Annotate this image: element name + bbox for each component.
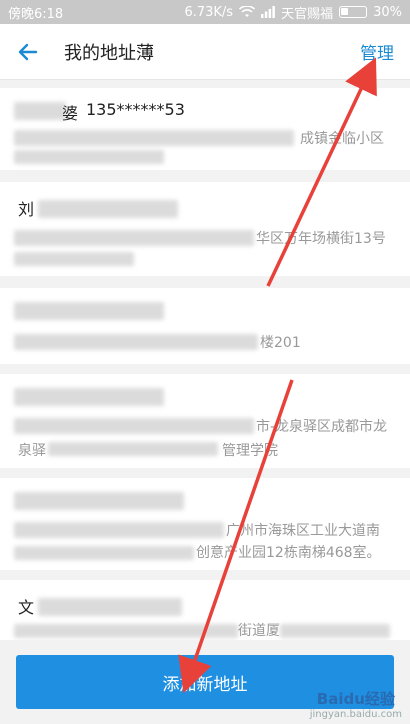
contact-name: 刘 — [18, 200, 35, 219]
back-arrow-icon — [18, 43, 38, 60]
baidu-watermark: Baidu经验 jingyan.baidu.com — [310, 688, 402, 720]
address-card[interactable]: 婆 135******53 成镇金临小区 — [0, 88, 410, 170]
redacted-name — [38, 598, 182, 616]
redacted-name — [38, 200, 178, 218]
carrier-name: 天官赐福 — [281, 6, 334, 22]
redacted-name — [14, 302, 164, 320]
address-card[interactable]: 楼201 — [0, 288, 410, 364]
address-text: 创意产业园12栋南梯468室。 — [196, 545, 381, 561]
contact-phone: 135******53 — [86, 100, 185, 119]
status-right: 6.73K/s 天官赐福 30% — [184, 3, 402, 22]
status-time: 傍晚6:18 — [8, 6, 64, 22]
page-title: 我的地址薄 — [64, 42, 154, 64]
address-text: 楼201 — [260, 335, 301, 351]
redacted-address — [14, 334, 258, 350]
redacted-address — [48, 442, 218, 456]
back-button[interactable] — [0, 24, 56, 80]
address-text: 广州市海珠区工业大道南 — [226, 523, 380, 539]
address-text: 成镇金临小区 — [300, 131, 384, 147]
address-text: 管理学院 — [222, 443, 278, 459]
redacted-address — [14, 130, 294, 146]
redacted-address — [280, 624, 390, 638]
status-bar: 傍晚6:18 6.73K/s 天官赐福 30% — [0, 0, 410, 24]
address-card[interactable]: 广州市海珠区工业大道南 创意产业园12栋南梯468室。 — [0, 478, 410, 570]
redacted-address — [14, 252, 134, 266]
redacted-address — [14, 150, 164, 164]
watermark-brand: Baidu经验 — [316, 690, 395, 708]
signal-icon — [261, 6, 275, 18]
address-card[interactable]: 刘 华区万年场横街13号 — [0, 182, 410, 276]
redacted-address — [14, 230, 254, 246]
address-text: 泉驿 — [18, 443, 46, 459]
network-speed: 6.73K/s — [184, 4, 234, 20]
watermark-url: jingyan.baidu.com — [309, 709, 402, 720]
address-card[interactable]: 市-龙泉驿区成都市龙 泉驿 管理学院 — [0, 374, 410, 468]
battery-level: 30% — [373, 4, 402, 20]
battery-icon — [339, 6, 368, 18]
contact-name: 文 — [18, 598, 35, 617]
redacted-name — [14, 492, 184, 510]
redacted-address — [14, 522, 224, 538]
wifi-icon — [239, 6, 256, 17]
redacted-address — [14, 624, 238, 638]
header-bar: 我的地址薄 管理 — [0, 24, 410, 80]
redacted-address — [14, 418, 254, 434]
redacted-name — [14, 102, 66, 120]
contact-name: 婆 — [62, 104, 79, 123]
address-text: 华区万年场横街13号 — [256, 231, 386, 247]
address-text: 市-龙泉驿区成都市龙 — [256, 419, 388, 435]
redacted-name — [14, 388, 164, 406]
address-text: 街道厦 — [238, 623, 280, 639]
redacted-address — [14, 546, 194, 560]
manage-button[interactable]: 管理 — [360, 39, 394, 64]
